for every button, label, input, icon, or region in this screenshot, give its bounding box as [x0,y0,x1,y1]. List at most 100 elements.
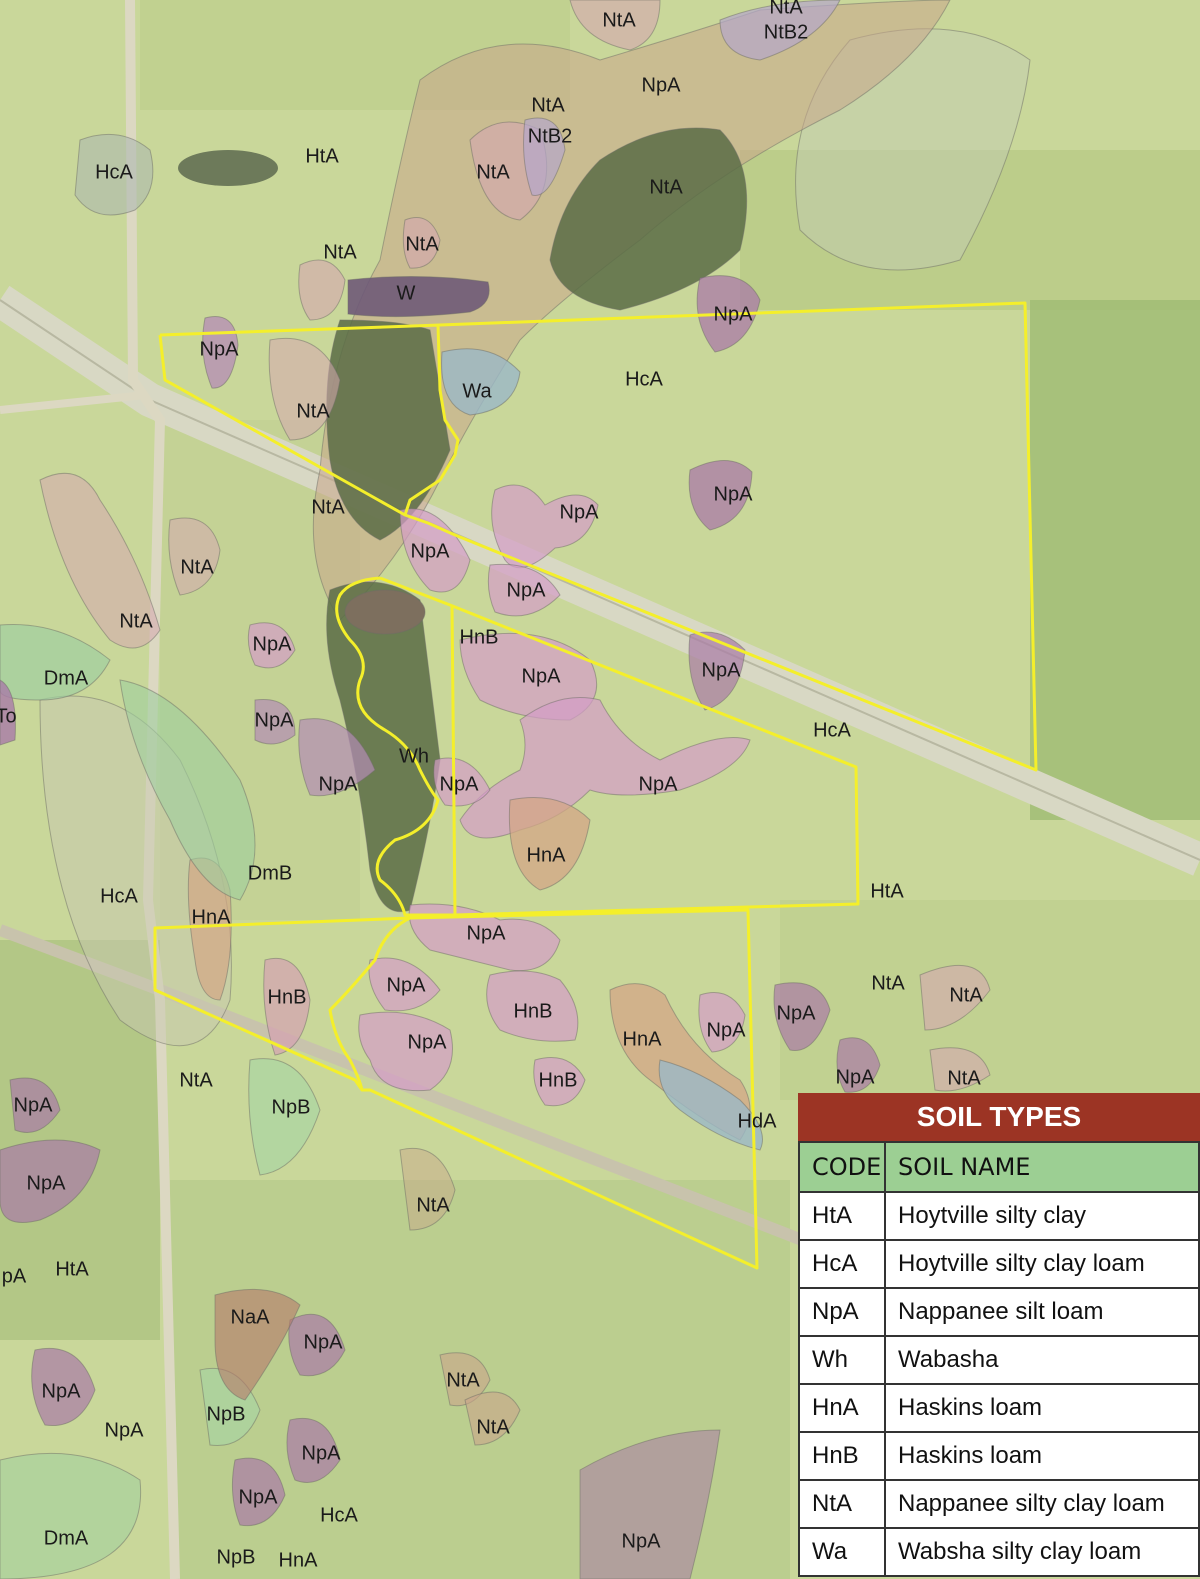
soil-code-label: HnA [279,1549,319,1571]
legend-rows: HtA Hoytville silty clay HcA Hoytville silt… [798,1191,1200,1577]
soil-code-label: NpA [622,1530,662,1552]
soil-code-label: HnB [539,1069,578,1091]
soil-code-label: HcA [320,1504,358,1526]
soil-code-label: NpA [639,773,679,795]
legend-row: NpA Nappanee silt loam [798,1287,1200,1337]
soil-code-label: NpB [272,1096,311,1118]
legend-soil-name: Wabasha [884,1335,1200,1385]
legend-code: Wa [798,1527,886,1577]
legend-soil-name: Hoytville silty clay [884,1191,1200,1241]
pond [178,150,278,186]
soil-code-label: HtA [55,1258,89,1280]
legend-row: Wa Wabsha silty clay loam [798,1527,1200,1577]
soil-code-label: NpA [411,540,451,562]
soil-code-label: DmB [248,862,292,884]
legend-row: Wh Wabasha [798,1335,1200,1385]
legend-header-code: CODE [798,1141,886,1193]
soil-code-label: HnA [623,1028,663,1050]
soil-code-label: NpA [440,773,480,795]
soil-code-label: NpA [255,709,295,731]
soil-code-label: NtA [531,94,565,116]
legend-row: HnA Haskins loam [798,1383,1200,1433]
soil-code-label: NpA [707,1019,747,1041]
soil-code-label: NpA [253,633,293,655]
soil-code-label: To [0,705,17,727]
legend-soil-name: Haskins loam [884,1383,1200,1433]
soil-code-label: NpA [836,1066,876,1088]
soil-code-label: DmA [44,667,89,689]
soil-code-label: HdA [738,1110,778,1132]
soil-code-label: HcA [813,719,851,741]
soil-code-label: NtA [649,176,683,198]
soil-code-label: HcA [100,885,138,907]
soil-code-label: NtB2 [528,125,572,147]
legend-title: SOIL TYPES [798,1093,1200,1141]
soil-code-label: NpA [319,773,359,795]
soil-code-label: HcA [95,161,133,183]
soil-code-label: DmA [44,1527,89,1549]
legend-code: HnB [798,1431,886,1481]
soil-code-label: NtA [179,1069,213,1091]
soil-code-label: HnB [460,626,499,648]
legend-code: Wh [798,1335,886,1385]
soil-code-label: NpA [14,1094,54,1116]
soil-code-label: NpA [27,1172,67,1194]
soil-code-label: W [397,282,416,304]
soil-code-label: NtA [296,400,330,422]
soil-code-label: Wa [462,380,492,402]
legend-soil-name: Nappanee silt loam [884,1287,1200,1337]
soil-code-label: NtA [416,1194,450,1216]
soil-code-label: Wh [399,745,429,767]
legend-row: HcA Hoytville silty clay loam [798,1239,1200,1289]
soil-types-legend: SOIL TYPES CODE SOIL NAME HtA Hoytville s… [798,1093,1200,1577]
soil-code-label: NtA [119,610,153,632]
soil-code-label: NpB [217,1546,256,1568]
legend-header-soil-name: SOIL NAME [884,1141,1200,1193]
soil-code-label: pA [2,1265,27,1287]
pond-creek [344,589,426,635]
soil-code-label: NtA [311,496,345,518]
soil-code-label: NpA [522,665,562,687]
soil-code-label: NpA [702,659,742,681]
soil-code-label: NpA [239,1486,279,1508]
legend-header-row: CODE SOIL NAME [798,1141,1200,1193]
soil-code-label: NpA [304,1331,344,1353]
soil-code-label: HnA [192,906,232,928]
soil-code-label: NtA [602,9,636,31]
soil-code-label: NtA [446,1369,480,1391]
soil-code-label: NtA [947,1067,981,1089]
soil-code-label: NtA [405,233,439,255]
soil-code-label: HtA [870,880,904,902]
legend-soil-name: Wabsha silty clay loam [884,1527,1200,1577]
soil-code-label: NpA [387,974,427,996]
legend-code: NpA [798,1287,886,1337]
legend-code: NtA [798,1479,886,1529]
soil-code-label: HcA [625,368,663,390]
soil-code-label: NpA [714,303,754,325]
soil-code-label: NpA [560,501,600,523]
soil-w-water [347,275,490,318]
soil-code-label: NtA [476,161,510,183]
soil-code-label: HnB [514,1000,553,1022]
soil-code-label: NpA [777,1002,817,1024]
legend-row: HtA Hoytville silty clay [798,1191,1200,1241]
soil-code-label: NpA [408,1031,448,1053]
soil-code-label: NtA [323,241,357,263]
legend-row: NtA Nappanee silty clay loam [798,1479,1200,1529]
soil-code-label: NpA [42,1380,82,1402]
soil-code-label: NpA [467,922,507,944]
legend-soil-name: Haskins loam [884,1431,1200,1481]
legend-table: CODE SOIL NAME HtA Hoytville silty clay Hc… [798,1141,1200,1577]
soil-code-label: NpA [105,1419,145,1441]
soil-code-label: NtA [769,0,803,18]
soil-code-label: NpA [642,74,682,96]
soil-code-label: NpA [507,579,547,601]
legend-code: HnA [798,1383,886,1433]
legend-row: HnB Haskins loam [798,1431,1200,1481]
soil-code-label: NpA [200,338,240,360]
legend-soil-name: Nappanee silty clay loam [884,1479,1200,1529]
soil-code-label: NtA [476,1416,510,1438]
soil-code-label: HnB [268,986,307,1008]
soil-code-label: HtA [305,145,339,167]
soil-code-label: NtA [180,556,214,578]
